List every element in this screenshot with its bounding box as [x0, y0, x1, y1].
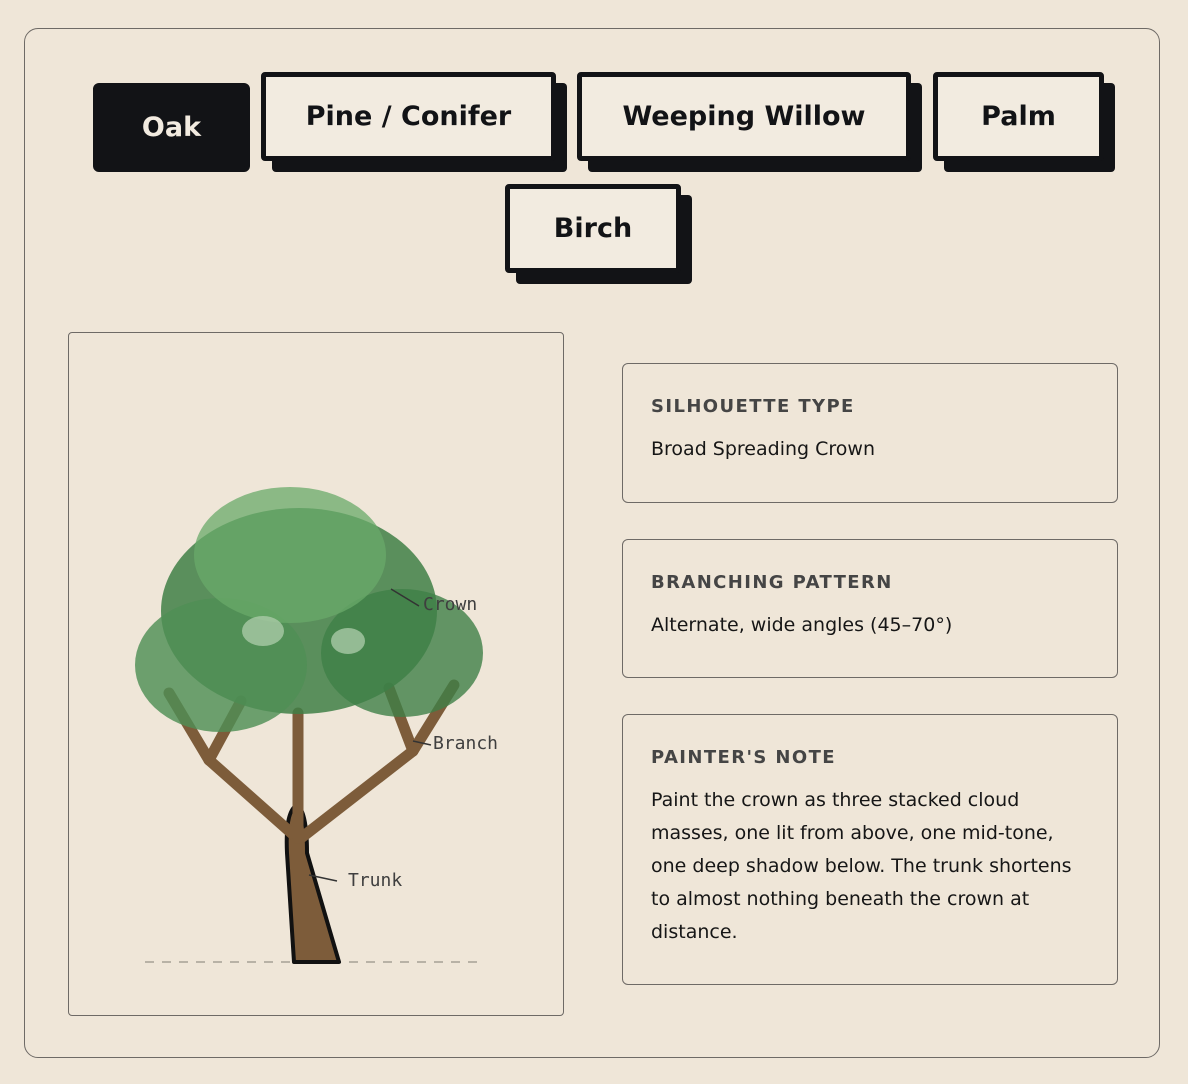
tab-pine-conifer[interactable]: Pine / Conifer	[261, 72, 556, 161]
painters-note-panel: PAINTER'S NOTE Paint the crown as three …	[622, 714, 1118, 985]
tab-oak[interactable]: Oak	[93, 83, 250, 172]
tree-illustration-panel: Crown Branch Trunk	[68, 332, 564, 1016]
label-trunk: Trunk	[348, 870, 402, 891]
label-branch: Branch	[433, 733, 498, 754]
branching-pattern-panel: BRANCHING PATTERN Alternate, wide angles…	[622, 539, 1118, 678]
label-crown: Crown	[423, 594, 477, 615]
oak-tree-illustration: Crown Branch Trunk	[135, 487, 498, 964]
tab-palm[interactable]: Palm	[933, 72, 1104, 161]
silhouette-type-heading: SILHOUETTE TYPE	[651, 396, 855, 417]
painters-note-text: Paint the crown as three stacked cloud m…	[651, 789, 1072, 943]
branching-pattern-heading: BRANCHING PATTERN	[651, 572, 893, 593]
painters-note-heading: PAINTER'S NOTE	[651, 747, 836, 768]
silhouette-type-panel: SILHOUETTE TYPE Broad Spreading Crown	[622, 363, 1118, 503]
tab-weeping-willow[interactable]: Weeping Willow	[577, 72, 911, 161]
tab-birch[interactable]: Birch	[505, 184, 681, 273]
silhouette-type-value: Broad Spreading Crown	[651, 438, 875, 460]
branching-pattern-value: Alternate, wide angles (45–70°)	[651, 614, 953, 636]
